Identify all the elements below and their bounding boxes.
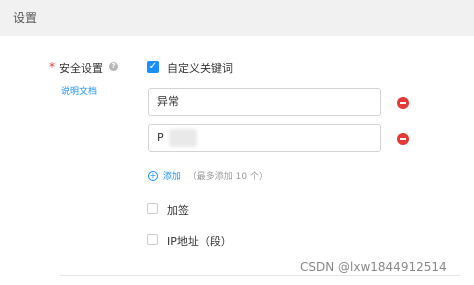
custom-keywords-label: 自定义关键词 [167, 62, 233, 75]
add-keyword-row[interactable]: + 添加 （最多添加 10 个） [148, 169, 268, 182]
sign-label: 加签 [167, 204, 189, 217]
redacted-text-blur [169, 129, 197, 147]
settings-header: 设置 [0, 0, 474, 36]
watermark: CSDN @lxw1844912514 [300, 260, 447, 274]
page-title: 设置 [13, 11, 38, 25]
security-settings-label: 安全设置 [59, 62, 103, 75]
doc-link[interactable]: 说明文档 [61, 84, 97, 97]
remove-keyword-1-button[interactable] [397, 97, 409, 109]
ip-address-checkbox[interactable] [147, 234, 158, 245]
keyword-input-1[interactable]: 异常 [148, 88, 381, 116]
add-keyword-button[interactable]: 添加 [163, 172, 181, 182]
keyword-value-1: 异常 [157, 95, 179, 108]
required-marker: * [49, 60, 55, 74]
custom-keywords-checkbox[interactable]: ✓ [147, 61, 159, 73]
keyword-value-2: P [157, 131, 164, 144]
add-limit-hint: （最多添加 10 个） [187, 172, 268, 182]
ip-address-label: IP地址（段） [167, 235, 232, 248]
question-circle-icon[interactable]: ? [109, 62, 118, 71]
remove-keyword-2-button[interactable] [397, 133, 409, 145]
sign-checkbox[interactable] [147, 203, 158, 214]
settings-panel: * 安全设置 ? 说明文档 ✓ 自定义关键词 异常 P + 添加 （最多添加 1… [0, 36, 474, 285]
divider [60, 275, 460, 276]
keyword-input-2[interactable]: P [148, 124, 381, 152]
plus-circle-icon[interactable]: + [148, 170, 158, 181]
